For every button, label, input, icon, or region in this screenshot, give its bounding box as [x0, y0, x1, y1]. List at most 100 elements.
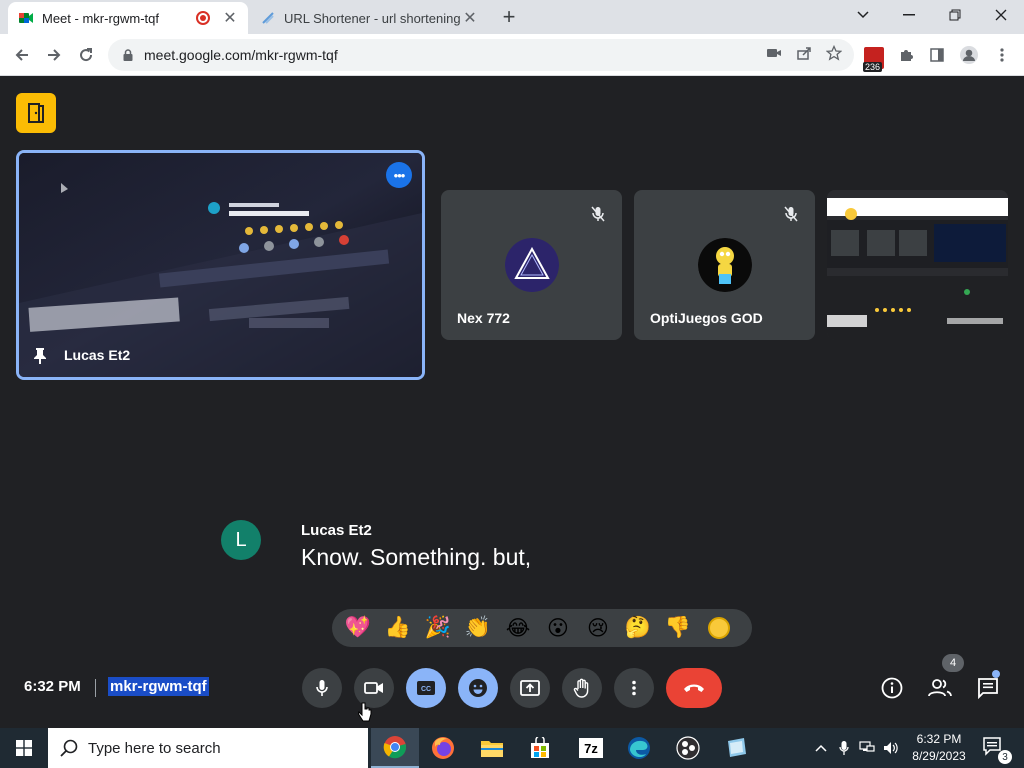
taskbar-clock[interactable]: 6:32 PM 8/29/2023 [906, 731, 972, 765]
microphone-tray-icon[interactable] [839, 740, 849, 756]
participant-tile[interactable]: Nex 772 [441, 190, 622, 340]
search-placeholder: Type here to search [88, 739, 221, 757]
reload-button[interactable] [74, 43, 98, 67]
profile-avatar[interactable] [957, 43, 981, 67]
taskbar-edge[interactable] [615, 728, 663, 768]
reactions-button[interactable] [458, 668, 498, 708]
screen-share-video [19, 153, 422, 377]
camera-icon [364, 682, 383, 694]
chat-button[interactable] [973, 673, 1003, 703]
breakout-door-icon[interactable] [16, 93, 56, 133]
clock-time: 6:32 PM [916, 732, 962, 746]
people-icon [928, 679, 952, 697]
svg-text:CC: CC [421, 686, 431, 693]
microphone-button[interactable] [302, 668, 342, 708]
reaction-crying[interactable]: 😢 [578, 611, 618, 645]
action-center-button[interactable]: 3 [982, 736, 1012, 764]
reaction-thinking[interactable]: 🤔 [618, 611, 658, 645]
raise-hand-button[interactable] [562, 668, 602, 708]
system-tray [815, 728, 899, 768]
avatar [504, 238, 559, 292]
meet-stage: ••• Lucas Et2 Nex 772 OptiJuegos GOD L L… [0, 77, 1024, 727]
avatar [697, 238, 752, 292]
skin-tone-selector[interactable] [708, 617, 730, 639]
tab-search-icon[interactable] [840, 0, 886, 30]
reaction-surprised[interactable]: 😮 [538, 611, 578, 645]
present-button[interactable] [510, 668, 550, 708]
close-tab-icon[interactable]: ✕ [222, 8, 238, 28]
start-button[interactable] [0, 728, 48, 768]
reaction-clapping[interactable]: 👏 [458, 611, 498, 645]
url-shortener-icon [262, 12, 274, 24]
participant-tile[interactable]: OptiJuegos GOD [634, 190, 815, 340]
present-screen-icon [520, 680, 540, 696]
mic-off-icon [781, 204, 801, 224]
taskbar-firefox[interactable] [419, 728, 467, 768]
firefox-icon [432, 737, 454, 759]
chevron-up-icon[interactable] [815, 744, 827, 752]
reactions-bar: 💖 👍 🎉 👏 😂 😮 😢 🤔 👎 [332, 609, 752, 647]
side-panel-icon[interactable] [925, 43, 949, 67]
forward-button[interactable] [42, 43, 66, 67]
extensions-puzzle-icon[interactable] [894, 43, 918, 67]
mic-off-icon [588, 204, 608, 224]
reaction-laughing[interactable]: 😂 [498, 611, 538, 645]
new-tab-button[interactable]: + [498, 4, 520, 30]
reaction-sparkling-heart[interactable]: 💖 [338, 611, 378, 645]
reaction-thumbs-up[interactable]: 👍 [378, 611, 418, 645]
store-icon [531, 737, 549, 758]
participant-tile-pinned[interactable]: ••• Lucas Et2 [16, 150, 425, 380]
tab-title: URL Shortener - url shortening se [284, 10, 462, 26]
browser-tab-bar: Meet - mkr-rgwm-tqf ✕ URL Shortener - ur… [0, 0, 1024, 34]
minimize-button[interactable] [886, 0, 932, 30]
taskbar-store[interactable] [516, 728, 564, 768]
meeting-code[interactable]: mkr-rgwm-tqf [108, 677, 209, 696]
extension-icon[interactable]: 236 [863, 47, 884, 72]
bookmark-star-icon[interactable] [826, 45, 842, 61]
reaction-thumbs-down[interactable]: 👎 [658, 611, 698, 645]
people-button[interactable] [925, 673, 955, 703]
meeting-time: 6:32 PM [24, 678, 81, 695]
camera-in-use-icon[interactable] [766, 45, 782, 61]
mouse-cursor-icon [358, 702, 372, 722]
edge-icon [628, 737, 650, 759]
more-options-button[interactable] [614, 668, 654, 708]
close-window-button[interactable] [978, 0, 1024, 30]
taskbar-search[interactable]: Type here to search [48, 728, 368, 768]
taskbar-7zip[interactable]: 7z [567, 728, 615, 768]
google-meet-icon [19, 13, 33, 23]
tab-url-shortener[interactable]: URL Shortener - url shortening se ✕ [250, 2, 488, 34]
extension-badge: 236 [863, 62, 883, 72]
tab-meet[interactable]: Meet - mkr-rgwm-tqf ✕ [8, 2, 248, 34]
pin-icon[interactable] [33, 347, 47, 365]
tile-more-options-button[interactable]: ••• [386, 162, 412, 188]
lock-icon [123, 49, 133, 61]
tab-title: Meet - mkr-rgwm-tqf [42, 10, 159, 26]
url-text: meet.google.com/mkr-rgwm-tqf [144, 47, 338, 63]
address-bar[interactable]: meet.google.com/mkr-rgwm-tqf [108, 39, 854, 71]
volume-icon[interactable] [883, 741, 899, 755]
close-tab-icon[interactable]: ✕ [462, 8, 478, 28]
taskbar-app[interactable] [712, 728, 760, 768]
back-button[interactable] [10, 43, 34, 67]
share-icon[interactable] [796, 45, 812, 61]
participant-name: Lucas Et2 [64, 347, 131, 363]
leave-call-button[interactable] [666, 668, 722, 708]
network-icon[interactable] [859, 741, 875, 755]
screen-preview-tile[interactable] [827, 190, 1008, 340]
captions-button[interactable]: CC [406, 668, 446, 708]
participant-name: OptiJuegos GOD [650, 310, 763, 326]
taskbar-obs[interactable] [664, 728, 712, 768]
info-icon [881, 677, 903, 699]
end-call-icon [684, 684, 704, 692]
browser-toolbar: meet.google.com/mkr-rgwm-tqf 236 [0, 34, 1024, 76]
meeting-details-button[interactable] [877, 673, 907, 703]
obs-icon [676, 736, 700, 760]
chrome-icon [383, 736, 407, 759]
caption-text: Know. Something. but, [301, 544, 532, 570]
browser-menu-icon[interactable] [990, 43, 1014, 67]
taskbar-file-explorer[interactable] [468, 728, 516, 768]
taskbar-chrome[interactable] [371, 728, 419, 768]
restore-button[interactable] [932, 0, 978, 30]
reaction-party-popper[interactable]: 🎉 [418, 611, 458, 645]
